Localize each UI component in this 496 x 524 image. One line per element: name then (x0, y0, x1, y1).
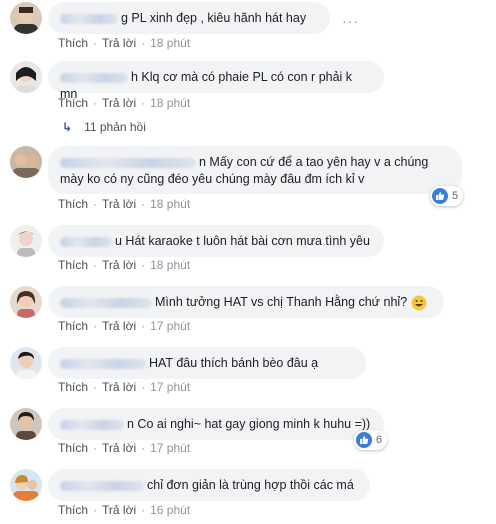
like-reaction-icon (356, 432, 372, 448)
comment-bubble: chỉ đơn giản là trùng hợp thồi các má (48, 469, 370, 501)
author-name[interactable] (60, 13, 118, 24)
reply-button[interactable]: Trả lời (102, 197, 136, 211)
timestamp[interactable]: 18 phút (150, 96, 190, 110)
comment-text: g PL xinh đẹp , kiêu hãnh hát hay (121, 11, 307, 25)
timestamp[interactable]: 17 phút (150, 319, 190, 333)
like-button[interactable]: Thích (58, 258, 88, 272)
comment-actions: Thích · Trả lời · 18 phút (58, 36, 191, 50)
like-button[interactable]: Thích (58, 96, 88, 110)
comment-text-line-2: mày ko có ny cũng đéo yêu chúng mày đâu … (60, 172, 365, 186)
like-button[interactable]: Thích (58, 36, 88, 50)
timestamp[interactable]: 18 phút (150, 258, 190, 272)
author-name[interactable] (60, 358, 146, 369)
comment-bubble: g PL xinh đẹp , kiêu hãnh hát hay (48, 2, 330, 34)
more-options-icon[interactable]: ··· (342, 13, 359, 29)
avatar[interactable] (10, 2, 42, 34)
like-button[interactable]: Thích (58, 197, 88, 211)
avatar[interactable] (10, 347, 42, 379)
timestamp[interactable]: 18 phút (150, 197, 190, 211)
timestamp[interactable]: 17 phút (150, 441, 190, 455)
like-button[interactable]: Thích (58, 441, 88, 455)
comment-actions: Thích · Trả lời · 18 phút (58, 258, 191, 272)
reply-button[interactable]: Trả lời (102, 503, 136, 517)
comment-actions: Thích · Trả lời · 16 phút (58, 503, 191, 517)
comment-bubble: u Hát karaoke t luôn hát bài cơn mưa tìn… (48, 225, 384, 257)
comment-bubble: HAT đâu thích bánh bèo đâu ạ (48, 347, 366, 379)
author-name[interactable] (60, 419, 124, 430)
comment-actions: Thích · Trả lời · 17 phút (58, 441, 191, 455)
author-name[interactable] (60, 480, 144, 491)
comment-bubble: h Klq cơ mà có phaie PL có con r phải k … (48, 61, 384, 101)
like-button[interactable]: Thích (58, 503, 88, 517)
comment-actions: Thích · Trả lời · 18 phút (58, 197, 191, 211)
avatar[interactable] (10, 408, 42, 440)
comment-text-line-1: n Mấy con cứ để a tao yên hay v a chúng (199, 155, 429, 169)
comment-actions: Thích · Trả lời · 17 phút (58, 380, 191, 394)
reaction-count[interactable]: 5 (430, 186, 464, 206)
comment-actions: Thích · Trả lời · 18 phút (58, 96, 191, 110)
timestamp[interactable]: 16 phút (150, 503, 190, 517)
reply-arrow-icon: ↳ (62, 120, 73, 134)
reaction-count[interactable]: 6 (354, 430, 388, 450)
reply-button[interactable]: Trả lời (102, 380, 136, 394)
comment-bubble: Mình tưởng HAT vs chị Thanh Hằng chứ nhỉ… (48, 286, 444, 318)
author-name[interactable] (60, 297, 152, 308)
like-reaction-icon (432, 188, 448, 204)
comment-text: u Hát karaoke t luôn hát bài cơn mưa tìn… (115, 234, 370, 248)
comment-text: chỉ đơn giản là trùng hợp thồi các má (147, 478, 354, 492)
avatar[interactable] (10, 61, 42, 93)
author-name[interactable] (60, 157, 196, 168)
comment-text: n Co ai nghi~ hat gay giong minh k huhu … (127, 417, 371, 431)
reply-button[interactable]: Trả lời (102, 319, 136, 333)
avatar[interactable] (10, 146, 42, 178)
comment-bubble: n Mấy con cứ để a tao yên hay v a chúng … (48, 146, 462, 194)
reply-button[interactable]: Trả lời (102, 441, 136, 455)
comment-actions: Thích · Trả lời · 17 phút (58, 319, 191, 333)
reply-button[interactable]: Trả lời (102, 258, 136, 272)
like-button[interactable]: Thích (58, 319, 88, 333)
timestamp[interactable]: 17 phút (150, 380, 190, 394)
comment-text: HAT đâu thích bánh bèo đâu ạ (149, 356, 319, 370)
timestamp[interactable]: 18 phút (150, 36, 190, 50)
avatar[interactable] (10, 469, 42, 501)
avatar[interactable] (10, 225, 42, 257)
view-replies-link[interactable]: ↳ 11 phản hồi (62, 120, 146, 134)
reply-button[interactable]: Trả lời (102, 96, 136, 110)
comment-text: Mình tưởng HAT vs chị Thanh Hằng chứ nhỉ… (155, 295, 408, 309)
smile-emoji-icon (411, 295, 427, 311)
author-name[interactable] (60, 72, 128, 83)
reply-button[interactable]: Trả lời (102, 36, 136, 50)
avatar[interactable] (10, 286, 42, 318)
author-name[interactable] (60, 236, 112, 247)
comment-bubble: n Co ai nghi~ hat gay giong minh k huhu … (48, 408, 384, 440)
like-button[interactable]: Thích (58, 380, 88, 394)
